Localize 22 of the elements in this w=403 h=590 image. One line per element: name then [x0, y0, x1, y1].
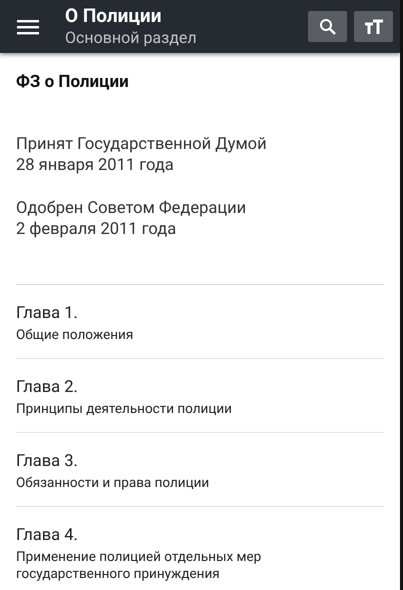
chapter-title: Применение полицией отдельных мер государственного принуждения [16, 549, 262, 583]
search-button[interactable] [308, 11, 347, 42]
text-size-button[interactable] [354, 11, 393, 42]
search-icon [318, 18, 336, 36]
chapter-number: Глава 1. [16, 303, 79, 325]
text-size-icon [364, 18, 384, 34]
approval-text: Одобрен Советом Федерации 2 февраля 2011 года [16, 198, 248, 240]
chapter-title: Обязанности и права полиции [16, 475, 210, 492]
chapter-number: Глава 4. [16, 525, 79, 547]
menu-icon[interactable] [17, 18, 39, 34]
chapter-title: Принципы деятельности полиции [16, 401, 233, 418]
chapter-item[interactable]: Глава 3. Обязанности и права полиции [16, 433, 384, 507]
chapter-item[interactable]: Глава 4. Применение полицией отдельных мер государственного принуждения [16, 507, 384, 583]
chapter-item[interactable]: Глава 2. Принципы деятельности полиции [16, 359, 384, 433]
screen-subtitle: Основной раздел [65, 27, 198, 48]
chapter-title: Общие положения [16, 327, 134, 344]
approval-text: Принят Государственной Думой 28 января 2011 года [16, 134, 268, 176]
document-heading: ФЗ о Полиции [16, 72, 130, 92]
chapter-item[interactable]: Глава 1. Общие положения [16, 285, 384, 359]
chapter-number: Глава 2. [16, 377, 79, 399]
chapter-number: Глава 3. [16, 451, 79, 473]
screen-title: О Полиции [65, 5, 162, 27]
